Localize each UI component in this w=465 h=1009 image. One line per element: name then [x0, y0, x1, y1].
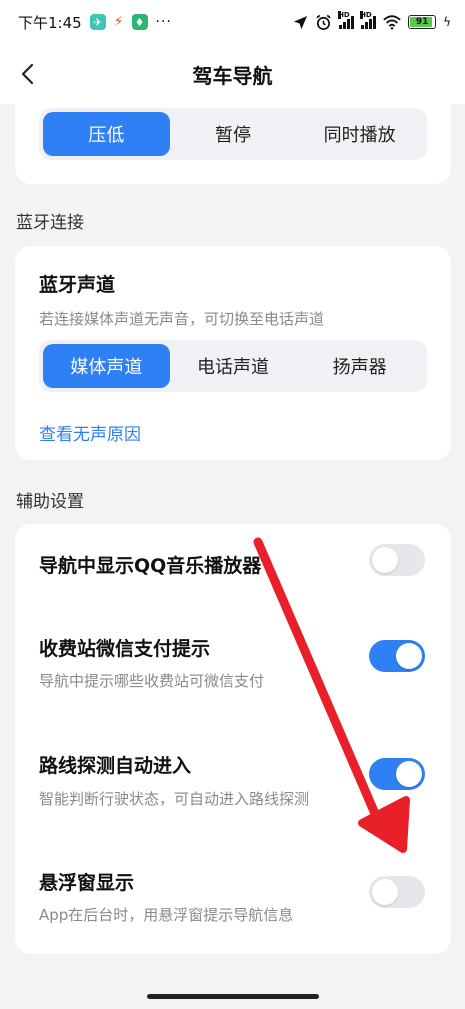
channel-option-speaker[interactable]: 扬声器 — [296, 344, 423, 388]
voice-mode-option-lower[interactable]: 压低 — [43, 112, 170, 156]
page-title: 驾车导航 — [192, 63, 273, 88]
bluetooth-card: 蓝牙声道 若连接媒体声道无声音，可切换至电话声道 媒体声道 电话声道 扬声器 查… — [15, 246, 451, 460]
toll-wechat-pay-title: 收费站微信支付提示 — [39, 638, 211, 660]
chevron-left-icon — [21, 63, 34, 85]
toggle-knob — [372, 547, 398, 573]
floating-window-desc: App在后台时，用悬浮窗提示导航信息 — [39, 906, 294, 924]
shield-app-icon: ♦ — [131, 14, 148, 30]
route-detect-auto-desc: 智能判断行驶状态，可自动进入路线探测 — [39, 790, 310, 808]
hd-label-2: HD — [360, 11, 372, 19]
qq-music-player-toggle[interactable] — [369, 544, 425, 576]
bluetooth-channel-title: 蓝牙声道 — [39, 274, 116, 296]
assist-section-label: 辅助设置 — [16, 492, 84, 512]
voice-mode-option-simultaneous[interactable]: 同时播放 — [296, 112, 423, 156]
route-detect-auto-title: 路线探测自动进入 — [39, 755, 192, 777]
bluetooth-channel-segmented: 媒体声道 电话声道 扬声器 — [39, 340, 427, 392]
assist-settings-card: 导航中显示QQ音乐播放器 收费站微信支付提示 导航中提示哪些收费站可微信支付 路… — [15, 524, 451, 954]
hd-label: HD — [338, 11, 350, 19]
bolt-app-icon: ⚡ — [113, 14, 124, 30]
channel-option-phone[interactable]: 电话声道 — [170, 344, 297, 388]
paper-plane-app-icon: ✈ — [89, 14, 106, 30]
route-detect-auto-toggle[interactable] — [369, 758, 425, 790]
voice-mode-option-pause[interactable]: 暂停 — [170, 112, 297, 156]
toll-wechat-pay-desc: 导航中提示哪些收费站可微信支付 — [39, 672, 265, 690]
bluetooth-section-label: 蓝牙连接 — [16, 213, 84, 233]
toggle-knob — [396, 643, 422, 669]
navigation-header: 驾车导航 — [0, 44, 465, 104]
no-sound-reason-link[interactable]: 查看无声原因 — [39, 420, 141, 445]
alarm-icon — [316, 14, 331, 30]
toggle-knob — [372, 879, 398, 905]
status-time: 下午1:45 — [18, 13, 82, 32]
location-arrow-icon — [294, 15, 308, 29]
home-indicator[interactable] — [147, 994, 319, 999]
battery-level: 91 — [415, 17, 429, 27]
channel-option-media[interactable]: 媒体声道 — [43, 344, 170, 388]
floating-window-toggle[interactable] — [369, 876, 425, 908]
signal-strength-icon-2: HD — [360, 11, 377, 29]
toggle-knob — [396, 761, 422, 787]
back-button[interactable] — [12, 58, 42, 90]
qq-music-player-title: 导航中显示QQ音乐播放器 — [39, 555, 262, 577]
battery-icon: 91 — [408, 15, 437, 29]
toll-wechat-pay-toggle[interactable] — [369, 640, 425, 672]
charging-icon: ϟ — [443, 15, 451, 29]
floating-window-title: 悬浮窗显示 — [39, 872, 135, 894]
voice-mode-card: 压低 暂停 同时播放 — [15, 104, 451, 184]
more-notifications-icon: ··· — [155, 14, 172, 30]
signal-strength-icon: HD — [338, 11, 355, 29]
status-bar: 下午1:45 ✈ ⚡ ♦ ··· HD HD 91 ϟ — [0, 0, 465, 44]
wifi-icon — [383, 14, 401, 30]
voice-mode-segmented: 压低 暂停 同时播放 — [39, 108, 427, 160]
bluetooth-channel-desc: 若连接媒体声道无声音，可切换至电话声道 — [39, 310, 325, 328]
